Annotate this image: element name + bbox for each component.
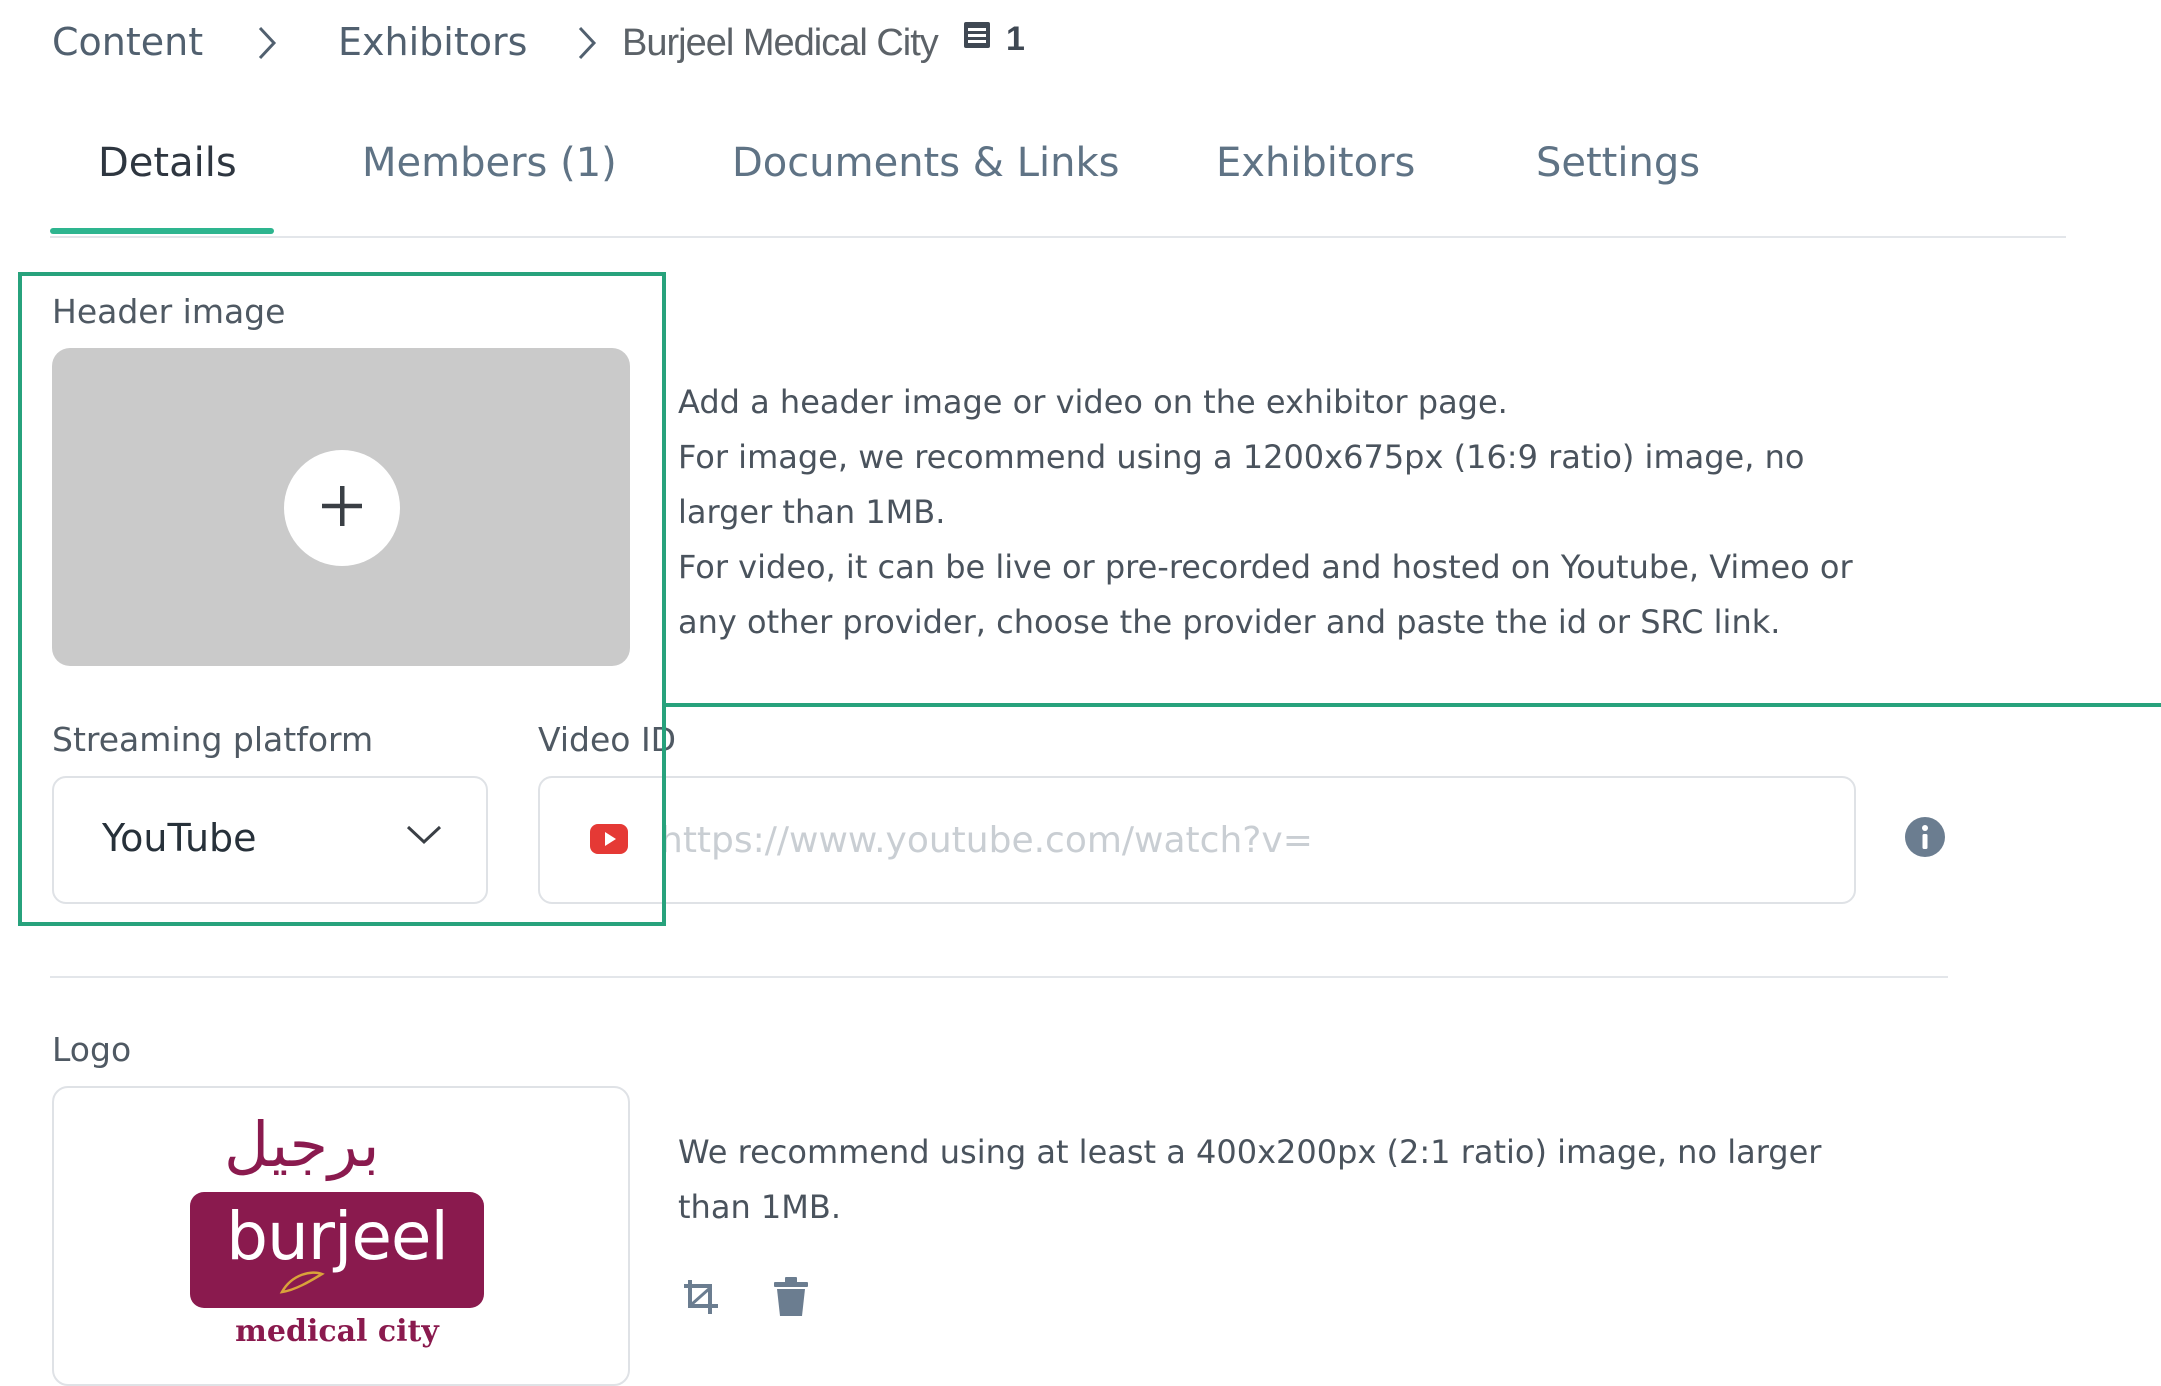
tab-members[interactable]: Members (1) (362, 140, 617, 186)
breadcrumb-exhibitors-link[interactable]: Exhibitors (338, 20, 527, 64)
tab-documents-links[interactable]: Documents & Links (732, 140, 1119, 186)
help-line: than 1MB. (678, 1188, 841, 1226)
header-image-help: Add a header image or video on the exhib… (678, 375, 1978, 650)
trash-icon[interactable] (772, 1276, 810, 1322)
logo-preview[interactable]: برجيل burjeel medical city (52, 1086, 630, 1386)
exhibitor-count-value: 1 (1006, 20, 1025, 58)
help-line: any other provider, choose the provider … (678, 603, 1781, 641)
video-id-input[interactable] (660, 808, 1820, 872)
leaf-icon (278, 1268, 326, 1300)
breadcrumb-content-link[interactable]: Content (52, 20, 203, 64)
logo-arabic-text: برجيل (224, 1108, 380, 1181)
tab-settings[interactable]: Settings (1536, 140, 1700, 186)
highlight-box (18, 272, 666, 926)
section-divider (50, 976, 1948, 978)
help-line: We recommend using at least a 400x200px … (678, 1133, 1822, 1171)
chevron-right-icon (572, 18, 602, 72)
help-line: larger than 1MB. (678, 493, 946, 531)
logo-help: We recommend using at least a 400x200px … (678, 1125, 1978, 1235)
exhibitor-count: 1 (962, 20, 1025, 59)
document-list-icon (962, 20, 992, 59)
active-tab-indicator (50, 228, 274, 234)
tab-exhibitors[interactable]: Exhibitors (1216, 140, 1415, 186)
tabs-divider (50, 236, 2066, 238)
logo-plate: burjeel (190, 1192, 484, 1308)
chevron-right-icon (252, 18, 282, 72)
breadcrumb-current: Burjeel Medical City (622, 22, 939, 64)
crop-icon[interactable] (680, 1276, 722, 1322)
help-line: For video, it can be live or pre-recorde… (678, 548, 1853, 586)
help-line: Add a header image or video on the exhib… (678, 383, 1508, 421)
video-id-field (538, 776, 1856, 904)
highlight-line (666, 703, 2161, 707)
logo-wordmark: burjeel (226, 1198, 449, 1275)
info-icon[interactable] (1904, 816, 1946, 862)
logo-subtitle: medical city (235, 1314, 439, 1349)
tab-details[interactable]: Details (98, 140, 237, 186)
help-line: For image, we recommend using a 1200x675… (678, 438, 1805, 476)
logo-label: Logo (52, 1030, 132, 1069)
